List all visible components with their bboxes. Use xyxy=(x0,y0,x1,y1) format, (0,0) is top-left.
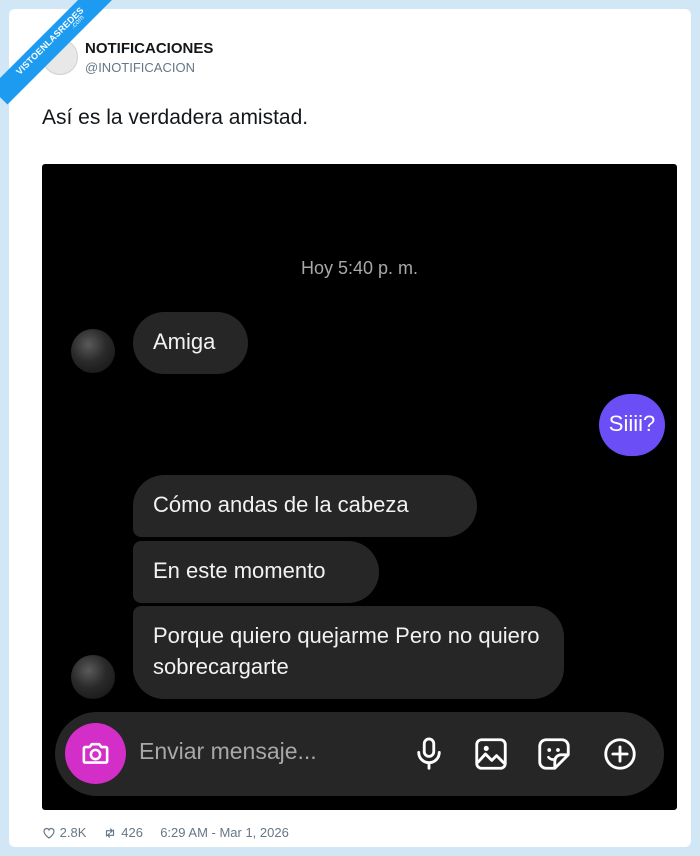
chat-screenshot: Hoy 5:40 p. m. Amiga Siiii? Cómo andas d… xyxy=(42,164,677,810)
tweet-footer: 2.8K 426 6:29 AM - Mar 1, 2026 xyxy=(42,824,289,840)
message-bubble: Amiga xyxy=(133,312,248,374)
author-handle[interactable]: @INOTIFICACION xyxy=(85,60,195,75)
tweet-card: VISTOENLASREDES .com NOTIFICACIONES @INO… xyxy=(0,0,691,847)
microphone-icon[interactable] xyxy=(410,735,448,773)
heart-icon[interactable] xyxy=(42,826,56,840)
message-bubble: Porque quiero quejarme Pero no quiero so… xyxy=(133,606,564,699)
tweet-text: Así es la verdadera amistad. xyxy=(42,106,309,129)
contact-avatar xyxy=(71,655,115,699)
message-bubble: En este momento xyxy=(133,541,379,603)
message-input[interactable]: Enviar mensaje... xyxy=(139,738,317,765)
message-bubble: Cómo andas de la cabeza xyxy=(133,475,477,537)
sent-message-bubble: Siiii? xyxy=(599,394,665,456)
like-count: 2.8K xyxy=(59,825,87,841)
camera-icon xyxy=(82,742,109,764)
plus-circle-icon[interactable] xyxy=(601,735,639,773)
image-icon[interactable] xyxy=(472,735,510,773)
tweet-datetime[interactable]: 6:29 AM - Mar 1, 2026 xyxy=(160,825,289,840)
retweet-icon[interactable] xyxy=(102,826,118,840)
retweet-count: 426 xyxy=(121,825,143,841)
contact-avatar xyxy=(71,329,115,373)
message-input-bar[interactable]: Enviar mensaje... xyxy=(55,712,664,796)
sticker-icon[interactable] xyxy=(535,735,573,773)
author-name[interactable]: NOTIFICACIONES xyxy=(85,40,213,57)
chat-timestamp: Hoy 5:40 p. m. xyxy=(300,258,419,278)
camera-button[interactable] xyxy=(65,723,126,784)
